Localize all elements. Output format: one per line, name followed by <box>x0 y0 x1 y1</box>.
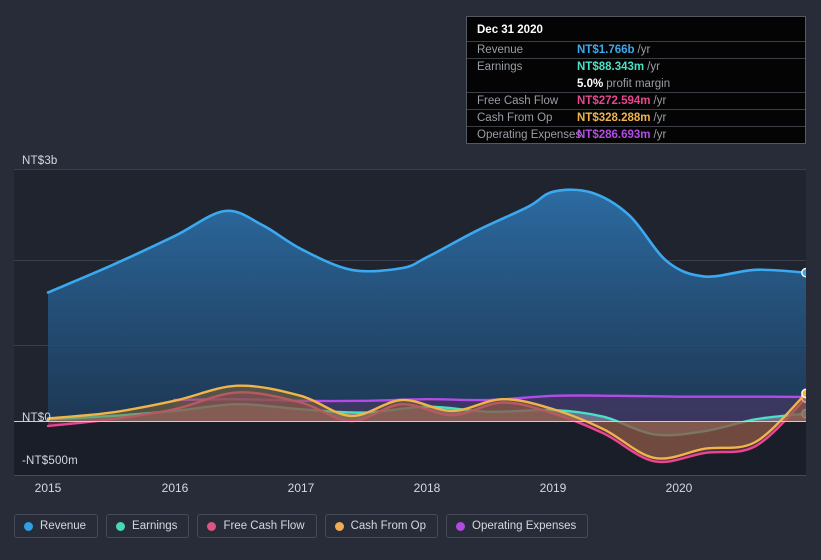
tooltip-value-cash-from-op: NT$328.288m <box>577 112 651 124</box>
legend-dot-earnings-icon <box>116 521 126 531</box>
x-axis-label-2020: 2020 <box>665 481 693 495</box>
legend-item-operating-expenses[interactable]: Operating Expenses <box>446 514 589 538</box>
y-axis-label-bottom: -NT$500m <box>22 455 78 467</box>
chart-legend: Revenue Earnings Free Cash Flow Cash Fro… <box>14 514 589 538</box>
data-tooltip: Dec 31 2020 Revenue NT$1.766b /yr Earnin… <box>466 16 806 144</box>
tooltip-label-cash-from-op: Cash From Op <box>477 112 553 124</box>
x-axis-label-2019: 2019 <box>539 481 567 495</box>
tooltip-label-earnings: Earnings <box>477 61 523 73</box>
y-axis-label-top: NT$3b <box>22 155 58 167</box>
tooltip-row-profit-margin: 5.0% profit margin <box>467 75 805 92</box>
x-axis-label-2017: 2017 <box>287 481 315 495</box>
financial-area-chart: NT$3b NT$0 -NT$500m 2015 2016 2017 2018 … <box>0 0 821 560</box>
x-axis-label-2018: 2018 <box>413 481 441 495</box>
tooltip-suffix-operating-expenses: /yr <box>653 129 667 141</box>
legend-label-revenue: Revenue <box>40 520 87 532</box>
legend-label-earnings: Earnings <box>132 520 178 532</box>
tooltip-suffix-earnings: /yr <box>647 61 660 73</box>
tooltip-suffix-revenue: /yr <box>637 44 651 56</box>
legend-item-cash-from-op[interactable]: Cash From Op <box>324 514 439 538</box>
legend-dot-operating-expenses-icon <box>456 521 466 531</box>
tooltip-row-cash-from-op: Cash From Op NT$328.288m /yr <box>467 109 805 126</box>
y-axis-label-zero: NT$0 <box>22 412 51 424</box>
tooltip-label-operating-expenses: Operating Expenses <box>477 129 582 141</box>
legend-dot-cash-from-op-icon <box>334 521 344 531</box>
legend-dot-revenue-icon <box>24 521 33 531</box>
tooltip-value-earnings: NT$88.343m <box>577 61 645 73</box>
tooltip-label-revenue: Revenue <box>477 44 524 56</box>
tooltip-title: Dec 31 2020 <box>477 24 543 36</box>
tooltip-row-earnings: Earnings NT$88.343m /yr <box>467 58 805 75</box>
legend-dot-free-cash-flow-icon <box>207 521 217 531</box>
x-axis-label-2015: 2015 <box>34 481 62 495</box>
legend-item-earnings[interactable]: Earnings <box>106 514 190 538</box>
legend-item-revenue[interactable]: Revenue <box>14 514 99 538</box>
zero-baseline <box>14 421 806 422</box>
tooltip-value-revenue: NT$1.766b <box>577 44 635 56</box>
tooltip-value-free-cash-flow: NT$272.594m <box>577 95 651 107</box>
tooltip-row-operating-expenses: Operating Expenses NT$286.693m /yr <box>467 126 805 143</box>
tooltip-suffix-cash-from-op: /yr <box>653 112 667 124</box>
x-axis-label-2016: 2016 <box>161 481 189 495</box>
tooltip-label-profit-margin: profit margin <box>606 77 671 90</box>
tooltip-suffix-free-cash-flow: /yr <box>653 95 667 107</box>
legend-label-free-cash-flow: Free Cash Flow <box>223 520 305 532</box>
tooltip-label-free-cash-flow: Free Cash Flow <box>477 95 559 107</box>
tooltip-value-operating-expenses: NT$286.693m <box>577 129 651 141</box>
legend-label-cash-from-op: Cash From Op <box>350 520 427 532</box>
tooltip-row-revenue: Revenue NT$1.766b /yr <box>467 41 805 58</box>
tooltip-value-profit-margin: 5.0% <box>577 77 604 90</box>
tooltip-row-free-cash-flow: Free Cash Flow NT$272.594m /yr <box>467 92 805 109</box>
legend-label-operating-expenses: Operating Expenses <box>472 520 577 532</box>
legend-item-free-cash-flow[interactable]: Free Cash Flow <box>197 514 317 538</box>
